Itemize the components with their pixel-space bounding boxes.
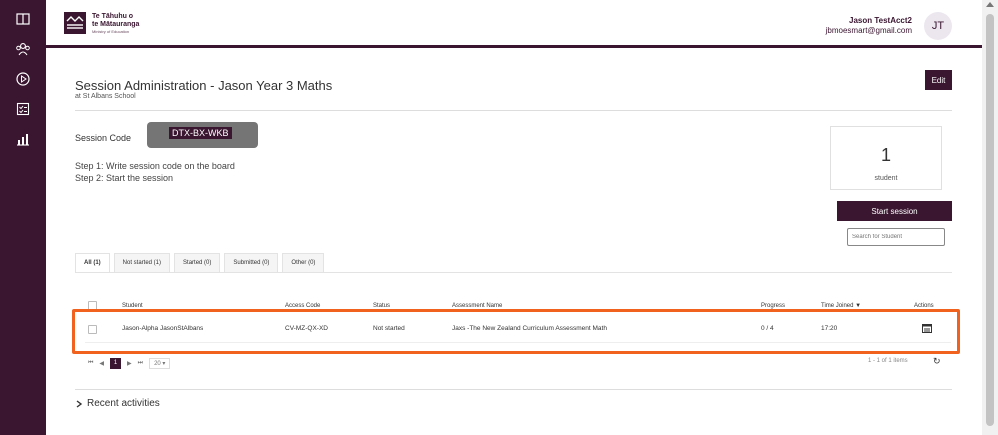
session-code-label: Session Code bbox=[75, 133, 132, 143]
play-circle-icon bbox=[16, 72, 30, 86]
last-page-icon[interactable]: ⏭ bbox=[138, 360, 143, 367]
pagination: ⏮ ◀ 1 ▶ ⏭ 20 ▾ bbox=[88, 357, 171, 369]
search-student-input[interactable] bbox=[847, 228, 945, 246]
tab-not-started[interactable]: Not started (1) bbox=[113, 253, 171, 273]
scrollbar-thumb[interactable] bbox=[986, 14, 994, 426]
bar-chart-icon bbox=[17, 134, 29, 146]
step-1-text: Step 1: Write session code on the board bbox=[75, 161, 235, 171]
nav-sessions[interactable] bbox=[0, 64, 46, 94]
user-email: jbmoesmart@gmail.com bbox=[825, 26, 912, 35]
vertical-scrollbar[interactable] bbox=[982, 0, 998, 435]
start-session-button[interactable]: Start session bbox=[837, 201, 952, 221]
logo-line-3: Ministry of Education bbox=[92, 28, 130, 34]
tab-started[interactable]: Started (0) bbox=[174, 253, 221, 273]
session-code-value: DTX-BX-WKB bbox=[169, 127, 232, 139]
step-2-text: Step 2: Start the session bbox=[75, 173, 174, 183]
page-size-select[interactable]: 20 ▾ bbox=[149, 357, 171, 369]
logo-mark-icon bbox=[64, 12, 86, 34]
logo-line-2: te Mātauranga bbox=[92, 20, 140, 28]
user-name: Jason TestAcct2 bbox=[849, 16, 912, 25]
tab-other[interactable]: Other (0) bbox=[282, 253, 325, 273]
top-header: Te Tāhuhu o te Mātauranga Ministry of Ed… bbox=[46, 0, 982, 48]
student-count: 1 bbox=[880, 145, 891, 165]
divider bbox=[75, 110, 952, 111]
book-icon bbox=[16, 13, 30, 25]
divider bbox=[75, 389, 952, 390]
left-nav-rail bbox=[0, 0, 46, 435]
ministry-logo[interactable]: Te Tāhuhu o te Mātauranga Ministry of Ed… bbox=[64, 12, 139, 34]
checklist-icon bbox=[16, 102, 30, 116]
recent-activities-label: Recent activities bbox=[87, 398, 160, 409]
refresh-icon[interactable]: ↻ bbox=[933, 356, 941, 367]
row-highlight-box bbox=[72, 309, 960, 354]
student-count-card: 1 student bbox=[830, 126, 942, 190]
tab-submitted[interactable]: Submitted (0) bbox=[224, 253, 279, 273]
user-info: Jason TestAcct2 jbmoesmart@gmail.com bbox=[826, 16, 912, 36]
page-subtitle: at St Albans School bbox=[75, 93, 136, 100]
user-menu[interactable]: Jason TestAcct2 jbmoesmart@gmail.com JT bbox=[826, 12, 952, 40]
nav-book[interactable] bbox=[0, 4, 46, 34]
avatar[interactable]: JT bbox=[924, 12, 952, 40]
nav-groups[interactable] bbox=[0, 34, 46, 64]
logo-line-1: Te Tāhuhu o bbox=[92, 12, 134, 20]
scroll-up-arrow-icon[interactable] bbox=[986, 2, 994, 7]
recent-activities-toggle[interactable]: Recent activities bbox=[75, 398, 160, 409]
tabs-divider bbox=[75, 272, 952, 273]
page-title: Session Administration - Jason Year 3 Ma… bbox=[75, 78, 333, 93]
edit-button[interactable]: Edit bbox=[925, 70, 952, 90]
tab-all[interactable]: All (1) bbox=[75, 253, 110, 273]
status-tabs: All (1) Not started (1) Started (0) Subm… bbox=[75, 253, 328, 273]
items-count: 1 - 1 of 1 items bbox=[868, 358, 908, 364]
current-page[interactable]: 1 bbox=[110, 357, 122, 369]
student-count-label: student bbox=[874, 175, 898, 182]
app-root: Te Tāhuhu o te Mātauranga Ministry of Ed… bbox=[0, 0, 998, 435]
next-page-icon[interactable]: ▶ bbox=[127, 360, 132, 367]
prev-page-icon[interactable]: ◀ bbox=[99, 360, 104, 367]
chevron-right-icon bbox=[76, 399, 83, 408]
logo-text: Te Tāhuhu o te Mātauranga Ministry of Ed… bbox=[92, 13, 139, 34]
session-code-box: DTX-BX-WKB bbox=[147, 122, 258, 148]
nav-assessments[interactable] bbox=[0, 94, 46, 124]
first-page-icon[interactable]: ⏮ bbox=[88, 360, 93, 367]
group-icon bbox=[16, 43, 30, 56]
nav-reports[interactable] bbox=[0, 124, 46, 154]
